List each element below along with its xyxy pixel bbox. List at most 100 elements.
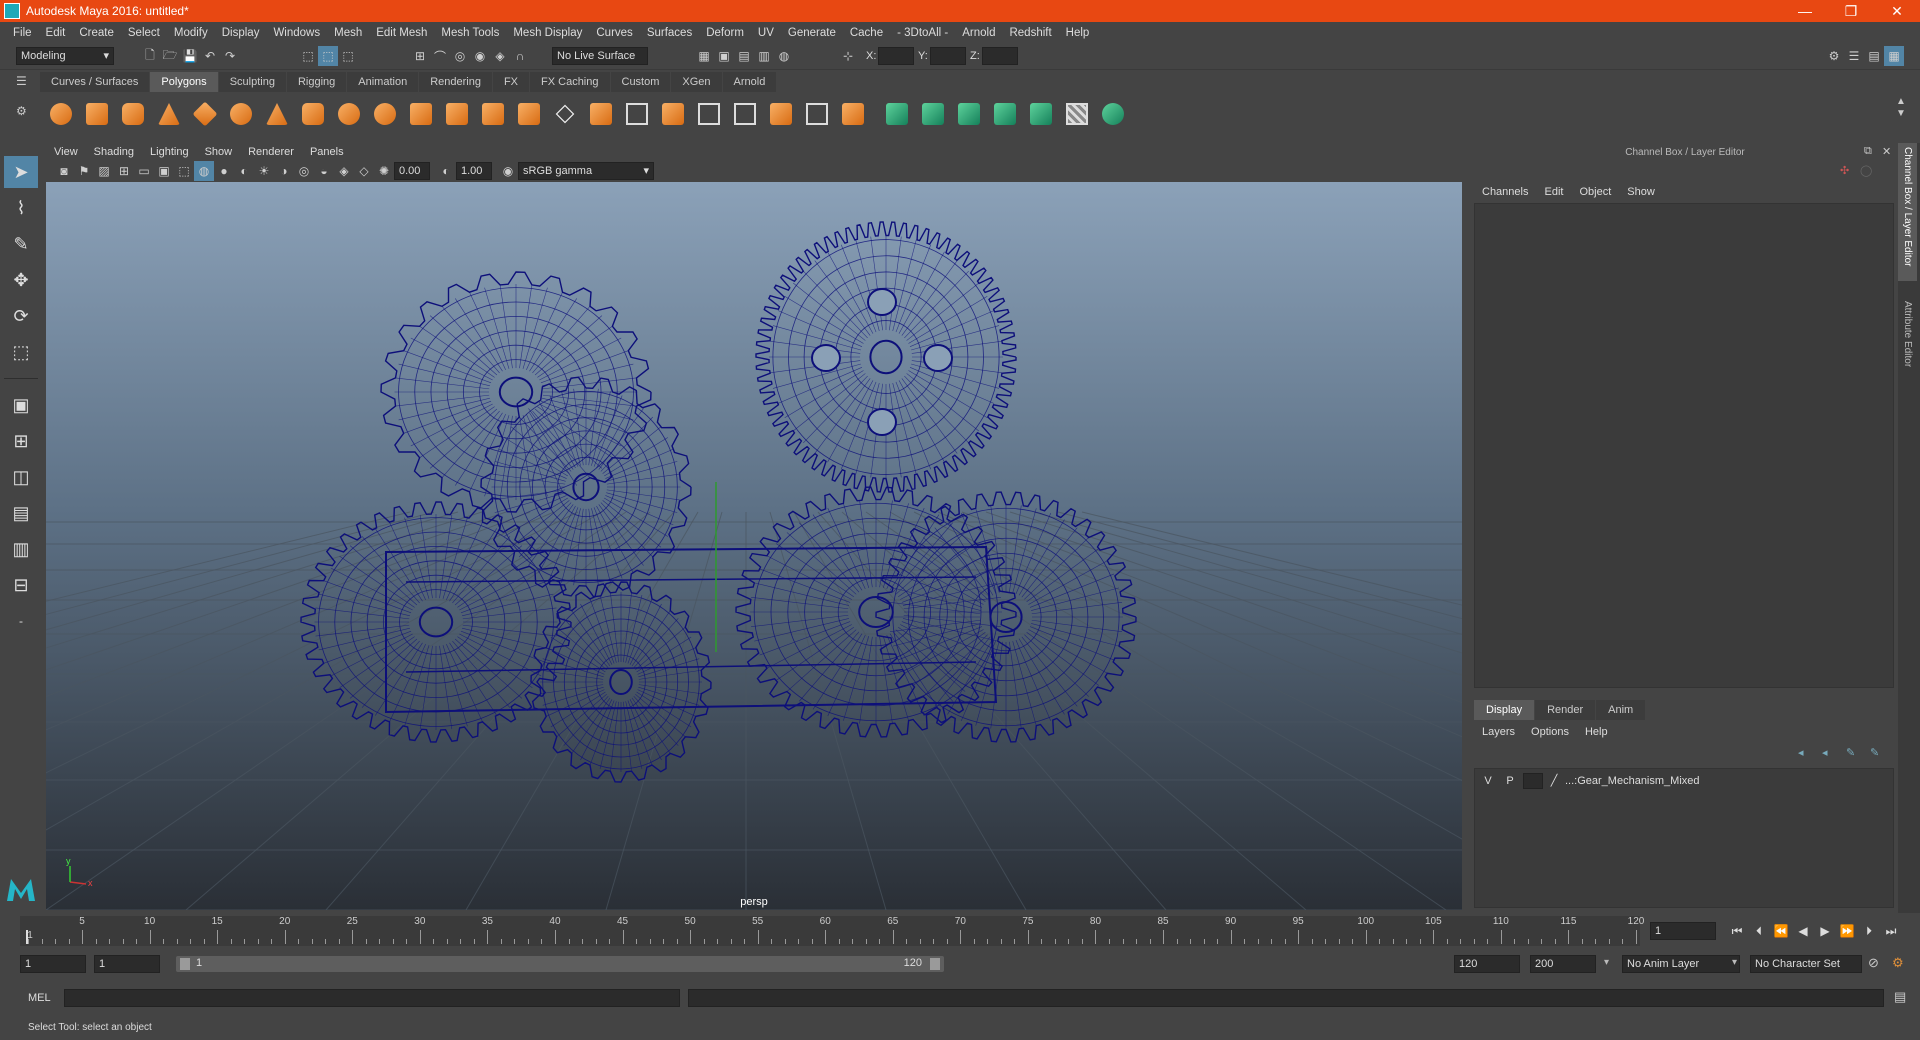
shelf-scroll-arrows-icon[interactable]: ▲ ▼: [1896, 96, 1906, 120]
viewport-menu-panels[interactable]: Panels: [302, 146, 352, 158]
snap-surface-icon[interactable]: ◈: [490, 46, 510, 66]
smooth-shade-icon[interactable]: ●: [214, 161, 234, 181]
open-scene-icon[interactable]: 🗁: [160, 46, 180, 66]
minimize-button[interactable]: —: [1782, 0, 1828, 22]
fill-hole-icon[interactable]: [802, 99, 832, 129]
script-language-label[interactable]: MEL: [28, 992, 51, 1004]
menu-select[interactable]: Select: [121, 27, 167, 39]
channel-menu-show[interactable]: Show: [1619, 182, 1663, 202]
render-current-icon[interactable]: ▣: [714, 46, 734, 66]
side-tab-attribute-editor[interactable]: Attribute Editor: [1898, 297, 1917, 371]
y-field[interactable]: [930, 47, 966, 65]
end-time-field[interactable]: 200: [1530, 955, 1596, 973]
manipulator-icon[interactable]: ✣: [1840, 164, 1849, 177]
hypershade-layout-icon[interactable]: ▥: [4, 533, 38, 565]
step-forward-frame-icon[interactable]: ⏵: [1858, 924, 1880, 939]
camera-attributes-icon[interactable]: ◙: [54, 161, 74, 181]
poly-cube-icon[interactable]: [82, 99, 112, 129]
channel-menu-object[interactable]: Object: [1571, 182, 1619, 202]
layer-display-type[interactable]: [1523, 773, 1543, 789]
layer-menu-layers[interactable]: Layers: [1474, 722, 1523, 742]
snap-magnet-icon[interactable]: ∩: [510, 46, 530, 66]
layout-more-icon[interactable]: -: [4, 605, 38, 637]
motion-blur-icon[interactable]: ◒: [314, 161, 334, 181]
bridge-icon[interactable]: [622, 99, 652, 129]
four-view-layout-icon[interactable]: ⊞: [4, 425, 38, 457]
channel-box-area[interactable]: [1474, 203, 1894, 688]
poly-cylinder-icon[interactable]: [118, 99, 148, 129]
viewport-menu-lighting[interactable]: Lighting: [142, 146, 197, 158]
resolution-gate-icon[interactable]: ▣: [154, 161, 174, 181]
shelf-tab-fx[interactable]: FX: [492, 72, 530, 92]
planar-uv-icon[interactable]: [882, 99, 912, 129]
layer-tab-render[interactable]: Render: [1535, 700, 1596, 720]
menu-cache[interactable]: Cache: [843, 27, 890, 39]
uv-layout-icon[interactable]: ⊟: [4, 569, 38, 601]
menu-mesh-display[interactable]: Mesh Display: [506, 27, 589, 39]
exposure-field[interactable]: 0.00: [394, 162, 430, 180]
playback-end-field[interactable]: 120: [1454, 955, 1520, 973]
menu-deform[interactable]: Deform: [699, 27, 751, 39]
wireframe-icon[interactable]: ◍: [194, 161, 214, 181]
go-to-start-icon[interactable]: ⏮: [1726, 924, 1748, 939]
panel-float-icon[interactable]: ⧉: [1864, 145, 1872, 158]
automatic-uv-icon[interactable]: [990, 99, 1020, 129]
shelf-settings-icon[interactable]: ⚙: [16, 104, 32, 120]
wedge-icon[interactable]: [838, 99, 868, 129]
restore-button[interactable]: ❐: [1828, 0, 1874, 22]
layer-name[interactable]: ...:Gear_Mechanism_Mixed: [1565, 775, 1700, 787]
spherical-uv-icon[interactable]: [954, 99, 984, 129]
grid-toggle-icon[interactable]: ⊞: [114, 161, 134, 181]
lasso-tool-icon[interactable]: ⌇: [4, 192, 38, 224]
live-surface-field[interactable]: No Live Surface: [552, 47, 648, 65]
shelf-tab-curves-surfaces[interactable]: Curves / Surfaces: [40, 72, 150, 92]
layer-visibility-toggle[interactable]: V: [1479, 773, 1497, 789]
mode-dropdown[interactable]: Modeling ▾: [16, 47, 114, 65]
xray-icon[interactable]: ◇: [354, 161, 374, 181]
play-backwards-icon[interactable]: ◀: [1792, 924, 1814, 938]
extract-icon[interactable]: [406, 99, 436, 129]
shelf-tab-sculpting[interactable]: Sculpting: [218, 72, 286, 92]
exposure-icon[interactable]: ✺: [374, 161, 394, 181]
poly-sphere-icon[interactable]: [46, 99, 76, 129]
image-plane-icon[interactable]: ▨: [94, 161, 114, 181]
menu-edit[interactable]: Edit: [39, 27, 73, 39]
attribute-editor-icon[interactable]: ☰: [1844, 46, 1864, 66]
menu-redshift[interactable]: Redshift: [1002, 27, 1058, 39]
auto-key-icon[interactable]: ⊘: [1868, 955, 1879, 971]
modeling-toolkit-icon[interactable]: ⚙: [1824, 46, 1844, 66]
channel-menu-edit[interactable]: Edit: [1536, 182, 1571, 202]
current-frame-field[interactable]: 1: [1650, 922, 1716, 940]
shelf-tab-rendering[interactable]: Rendering: [419, 72, 492, 92]
menu-help[interactable]: Help: [1059, 27, 1097, 39]
hypershade-icon[interactable]: ◍: [774, 46, 794, 66]
paint-select-tool-icon[interactable]: ✎: [4, 228, 38, 260]
persp-graph-layout-icon[interactable]: ▤: [4, 497, 38, 529]
menu-generate[interactable]: Generate: [781, 27, 843, 39]
poly-plane-icon[interactable]: [190, 99, 220, 129]
shelf-tab-fx-caching[interactable]: FX Caching: [530, 72, 610, 92]
layer-menu-options[interactable]: Options: [1523, 722, 1577, 742]
scale-tool-icon[interactable]: ⬚: [4, 336, 38, 368]
chevron-down-icon[interactable]: ▾: [1604, 957, 1609, 968]
poly-pyramid-icon[interactable]: [262, 99, 292, 129]
layer-menu-help[interactable]: Help: [1577, 722, 1616, 742]
uv-editor-icon[interactable]: [1026, 99, 1056, 129]
go-to-end-icon[interactable]: ⏭: [1880, 924, 1902, 939]
bookmark-icon[interactable]: ⚑: [74, 161, 94, 181]
viewport-menu-view[interactable]: View: [46, 146, 86, 158]
menu-modify[interactable]: Modify: [167, 27, 215, 39]
render-settings-icon[interactable]: ▦: [694, 46, 714, 66]
bevel-icon[interactable]: [658, 99, 688, 129]
range-end-handle[interactable]: [930, 958, 940, 970]
move-tool-icon[interactable]: ✥: [4, 264, 38, 296]
smooth-icon[interactable]: [442, 99, 472, 129]
shelf-tab-rigging[interactable]: Rigging: [286, 72, 347, 92]
shelf-tab-polygons[interactable]: Polygons: [150, 72, 218, 92]
move-layer-down-icon[interactable]: ◂: [1822, 746, 1846, 759]
film-gate-icon[interactable]: ▭: [134, 161, 154, 181]
viewport-menu-shading[interactable]: Shading: [86, 146, 142, 158]
script-editor-icon[interactable]: ▤: [1894, 989, 1906, 1005]
merge-icon[interactable]: [694, 99, 724, 129]
shelf-tab-custom[interactable]: Custom: [610, 72, 671, 92]
